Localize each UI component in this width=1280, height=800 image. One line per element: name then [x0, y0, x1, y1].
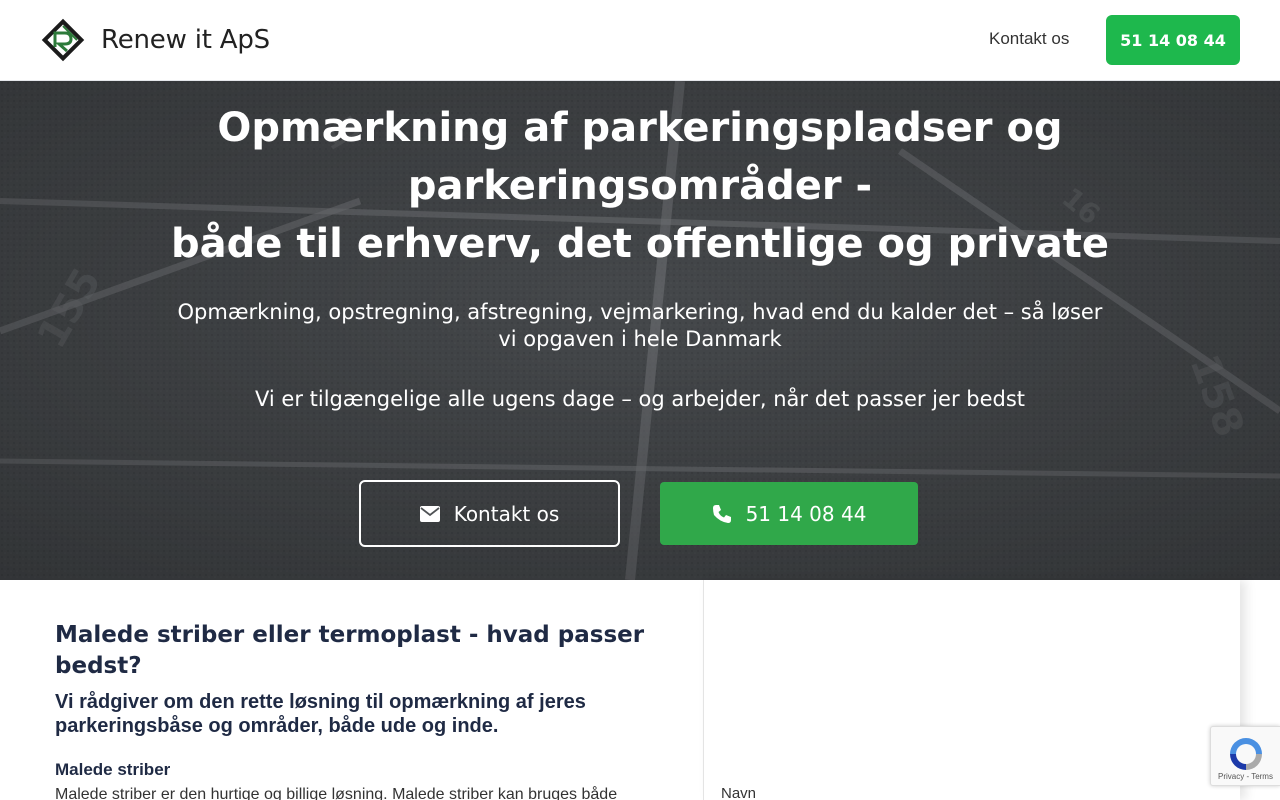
- hero-title-line-1: Opmærkning af parkeringspladser og: [217, 105, 1063, 151]
- name-field-label: Navn: [721, 785, 757, 800]
- renew-logo-icon: [41, 18, 85, 62]
- hero-title-line-3: både til erhverv, det offentlige og priv…: [171, 221, 1109, 267]
- content-section: Malede striber eller termoplast - hvad p…: [0, 580, 1280, 800]
- recaptcha-badge[interactable]: Privacy - Terms: [1210, 726, 1280, 786]
- nav-contact-link[interactable]: Kontakt os: [989, 29, 1069, 49]
- header-phone-button[interactable]: 51 14 08 44: [1106, 15, 1240, 65]
- contact-form-card: Navn: [703, 580, 1240, 800]
- section-title: Malede striber eller termoplast - hvad p…: [55, 622, 645, 679]
- recaptcha-links[interactable]: Privacy - Terms: [1218, 772, 1273, 781]
- subsection-text: Malede striber er den hurtige og billige…: [55, 786, 618, 800]
- brand[interactable]: Renew it ApS: [40, 17, 270, 63]
- info-column: Malede striber eller termoplast - hvad p…: [55, 620, 675, 800]
- hero-availability-text: Vi er tilgængelige alle ugens dage – og …: [254, 387, 1026, 411]
- hero-contact-button[interactable]: Kontakt os: [359, 480, 620, 547]
- site-header: Renew it ApS Kontakt os 51 14 08 44: [0, 0, 1280, 81]
- phone-icon: [712, 504, 731, 523]
- recaptcha-icon: [1230, 738, 1262, 770]
- hero-title-line-2: parkeringsområder -: [407, 163, 873, 209]
- hero-phone-button[interactable]: 51 14 08 44: [660, 482, 918, 545]
- hero-title: Opmærkning af parkeringspladser og parke…: [0, 99, 1280, 273]
- hero-contact-label: Kontakt os: [453, 501, 560, 526]
- hero-subtitle: Opmærkning, opstregning, afstregning, ve…: [177, 300, 1103, 351]
- brand-name: Renew it ApS: [101, 25, 270, 55]
- section-lead: Vi rådgiver om den rette løsning til opm…: [55, 691, 586, 737]
- subsection-heading: Malede striber: [55, 760, 171, 779]
- envelope-icon: [419, 505, 440, 522]
- hero-phone-label: 51 14 08 44: [745, 501, 867, 526]
- hero-section: 155 158 16 15 Opmærkning af parkeringspl…: [0, 81, 1280, 580]
